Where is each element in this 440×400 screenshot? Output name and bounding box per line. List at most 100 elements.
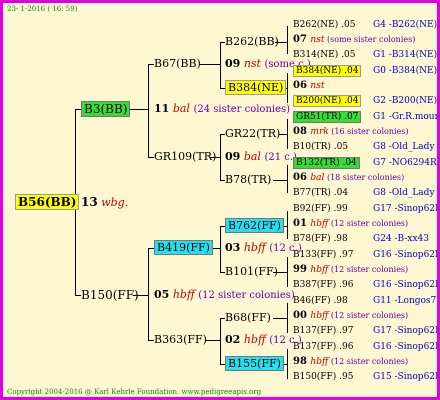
gen4-row: 06 nst	[293, 80, 324, 92]
root-info: 13 wbg.	[81, 195, 129, 209]
gen3-node-b78[interactable]: B78(TR)	[225, 173, 271, 187]
gen4-mark: hbff	[310, 357, 329, 367]
gen4-mark: hbff	[310, 219, 329, 229]
gen4-num: 06	[293, 172, 311, 183]
gen4-row: 06 bal (18 sister colonies)	[293, 172, 404, 184]
gen3-node-b262[interactable]: B262(BB)	[225, 35, 279, 49]
gen2-node-gr109[interactable]: GR109(TR)	[154, 150, 216, 164]
gen4-row[interactable]: B314(NE) .05 G1 -B314(NE)	[293, 49, 437, 61]
gen4-label: B262(NE) .05	[293, 20, 356, 30]
gen4-right-ref[interactable]: G16 -Sinop62R	[373, 249, 437, 261]
gen4-note: (12 sister colonies)	[328, 219, 409, 228]
gen4-row: 98 hbff (12 sister colonies)	[293, 356, 408, 368]
gen4-label: B77(TR) .04	[293, 188, 349, 198]
gen4-right-ref[interactable]: G24 -B-xx43	[373, 233, 429, 245]
gen3-node-b101[interactable]: B101(FF)	[225, 265, 278, 279]
pedigree-page: { "header": "23- 1-2016 ( 16: 59)", "foo…	[0, 0, 440, 400]
gen4-note: (16 sister colonies)	[328, 127, 409, 136]
gen4-row[interactable]: B384(NE) .04 G0 -B384(NE)	[293, 65, 437, 77]
gen4-right-ref[interactable]: G1 -Gr.R.mounta	[373, 111, 437, 123]
gen4-label: B78(FF) .98	[293, 234, 348, 244]
gen4-num: 07	[293, 34, 311, 45]
gen4-right-ref[interactable]: G8 -Old_Lady	[373, 141, 435, 153]
gen4-row: 08 mrk (16 sister colonies)	[293, 126, 409, 138]
gen4-row[interactable]: GR51(TR) .07 G1 -Gr.R.mounta	[293, 111, 437, 123]
gen4-row: 00 hbff (12 sister colonies)	[293, 310, 408, 322]
gen4-right-ref[interactable]: G7 -NO6294R	[373, 157, 437, 169]
gen4-row[interactable]: B46(FF) .98 G11 -Longos77R	[293, 295, 437, 307]
gen2-node-b67[interactable]: B67(BB)	[154, 57, 201, 71]
gen2-info-gr109: 09 bal (21 c.)	[225, 150, 297, 163]
gen1-node-b150[interactable]: B150(FF)	[81, 288, 139, 302]
gen4-mark: bal	[310, 173, 325, 183]
gen4-right-ref[interactable]: G1 -B314(NE)	[373, 49, 437, 61]
gen4-num: 98	[293, 356, 311, 367]
gen4-label: B133(FF) .97	[293, 250, 354, 260]
gen4-row[interactable]: B78(FF) .98 G24 -B-xx43	[293, 233, 429, 245]
gen3-node-b384[interactable]: B384(NE)	[225, 80, 287, 95]
gen4-row[interactable]: B92(FF) .99 G17 -Sinop62R	[293, 203, 437, 215]
gen3-node-gr22[interactable]: GR22(TR)	[225, 127, 280, 141]
gen4-right-ref[interactable]: G2 -B200(NE)	[373, 95, 437, 107]
gen1-node-b3[interactable]: B3(BB)	[81, 101, 131, 117]
gen4-right-ref[interactable]: G4 -B262(NE)	[373, 19, 437, 31]
gen4-label: B384(NE) .04	[293, 65, 362, 77]
gen3-node-b762[interactable]: B762(FF)	[225, 218, 284, 233]
gen4-num: 99	[293, 264, 311, 275]
gen4-right-ref[interactable]: G16 -Sinop62R	[373, 279, 437, 291]
gen4-label: B387(FF) .96	[293, 280, 354, 290]
gen4-label: GR51(TR) .07	[293, 111, 362, 123]
gen1-info-b3: 11 bal (24 sister colonies)	[154, 102, 291, 115]
gen4-row[interactable]: B200(NE) .04 G2 -B200(NE)	[293, 95, 437, 107]
gen4-mark: nst	[310, 35, 325, 45]
gen4-row[interactable]: B10(TR) .05 G8 -Old_Lady	[293, 141, 435, 153]
gen4-row[interactable]: B133(FF) .97 G16 -Sinop62R	[293, 249, 437, 261]
gen4-label: B150(FF) .95	[293, 372, 354, 382]
root-label: B56(BB)	[15, 194, 80, 210]
root-node[interactable]: B56(BB)	[15, 194, 80, 210]
gen2-node-b363[interactable]: B363(FF)	[154, 333, 207, 347]
gen4-right-ref[interactable]: G16 -Sinop62R	[373, 341, 437, 353]
gen4-right-ref[interactable]: G11 -Longos77R	[373, 295, 437, 307]
gen4-note: (12 sister colonies)	[328, 357, 409, 366]
gen4-right-ref[interactable]: G17 -Sinop62R	[373, 325, 437, 337]
gen4-label: B46(FF) .98	[293, 296, 348, 306]
gen4-row[interactable]: B77(TR) .04 G8 -Old_Lady	[293, 187, 435, 199]
gen4-num: 01	[293, 218, 311, 229]
timestamp: 23- 1-2016 ( 16: 59)	[7, 5, 78, 13]
gen4-note: (18 sister colonies)	[324, 173, 405, 182]
gen4-label: B92(FF) .99	[293, 204, 348, 214]
gen4-num: 08	[293, 126, 311, 137]
gen4-label: B132(TR) .04	[293, 157, 360, 169]
gen4-row[interactable]: B132(TR) .04 G7 -NO6294R	[293, 157, 437, 169]
gen4-row[interactable]: B262(NE) .05 G4 -B262(NE)	[293, 19, 437, 31]
gen4-note: (some sister colonies)	[324, 35, 416, 44]
gen4-row: 99 hbff (12 sister colonies)	[293, 264, 408, 276]
gen2-info-b419: 03 hbff (12 c.)	[225, 241, 302, 254]
gen4-label: B137(FF) .97	[293, 326, 354, 336]
gen3-node-b68[interactable]: B68(FF)	[225, 311, 271, 325]
gen1-info-b150: 05 hbff (12 sister colonies)	[154, 288, 295, 301]
gen4-mark: hbff	[310, 311, 329, 321]
gen4-right-ref[interactable]: G15 -Sinop62R	[373, 371, 437, 383]
gen4-row: 01 hbff (12 sister colonies)	[293, 218, 408, 230]
gen4-num: 06	[293, 80, 311, 91]
gen4-label: B200(NE) .04	[293, 95, 362, 107]
gen2-node-b419[interactable]: B419(FF)	[154, 240, 213, 255]
copyright: Copyright 2004-2016 @ Karl Kehrle Founda…	[7, 388, 262, 396]
gen4-right-ref[interactable]: G17 -Sinop62R	[373, 203, 437, 215]
gen4-note: (12 sister colonies)	[328, 311, 409, 320]
gen4-row[interactable]: B137(FF) .96 G16 -Sinop62R	[293, 341, 437, 353]
gen4-row[interactable]: B137(FF) .97 G17 -Sinop62R	[293, 325, 437, 337]
gen4-label: B314(NE) .05	[293, 50, 356, 60]
gen4-row: 07 nst (some sister colonies)	[293, 34, 415, 46]
gen4-num: 00	[293, 310, 311, 321]
gen4-note: (12 sister colonies)	[328, 265, 409, 274]
gen4-right-ref[interactable]: G0 -B384(NE)	[373, 65, 437, 77]
gen4-mark: hbff	[310, 265, 329, 275]
gen3-node-b155[interactable]: B155(FF)	[225, 356, 284, 371]
gen4-row[interactable]: B387(FF) .96 G16 -Sinop62R	[293, 279, 437, 291]
gen4-row[interactable]: B150(FF) .95 G15 -Sinop62R	[293, 371, 437, 383]
gen4-right-ref[interactable]: G8 -Old_Lady	[373, 187, 435, 199]
gen2-info-b363: 02 hbff (12 c.)	[225, 333, 302, 346]
